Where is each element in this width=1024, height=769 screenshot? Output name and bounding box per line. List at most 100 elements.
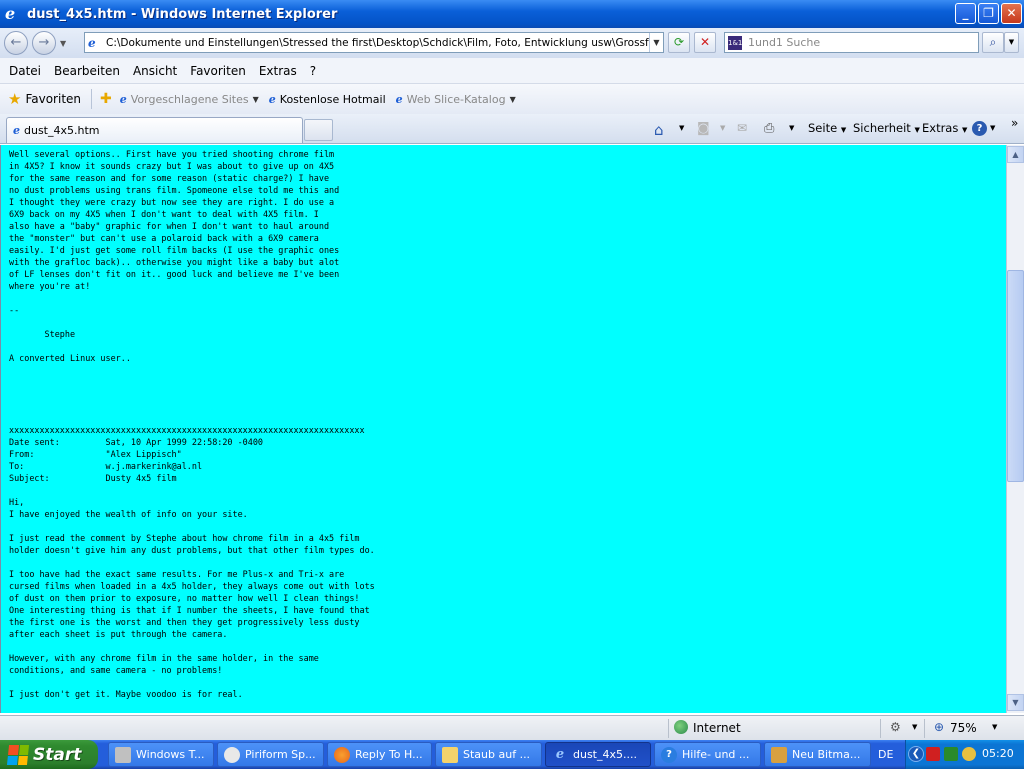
- task-manager-icon: [115, 746, 131, 763]
- page-text: Well several options.. First have you tr…: [9, 149, 375, 699]
- scroll-up-arrow-icon[interactable]: ▲: [1007, 146, 1024, 163]
- chevron-down-icon[interactable]: ▼: [253, 95, 259, 104]
- tray-app-icon[interactable]: [962, 747, 976, 761]
- search-placeholder[interactable]: 1und1 Suche: [748, 36, 820, 49]
- task-label: dust_4x5....: [573, 748, 637, 761]
- scroll-thumb[interactable]: [1007, 270, 1024, 482]
- protected-mode-icon[interactable]: ⚙: [890, 720, 901, 734]
- language-indicator[interactable]: DE: [878, 748, 893, 761]
- divider: [668, 719, 669, 738]
- print-icon[interactable]: ⎙: [764, 121, 774, 136]
- task-label: Hilfe- und ...: [682, 748, 750, 761]
- search-options-button[interactable]: ▼: [1004, 32, 1019, 53]
- speccy-icon: [224, 746, 240, 763]
- security-menu[interactable]: Sicherheit ▼: [853, 121, 920, 135]
- task-label: Windows T...: [136, 748, 205, 761]
- zoom-icon[interactable]: ⊕: [934, 720, 944, 734]
- minimize-button[interactable]: _: [955, 3, 976, 24]
- chevron-down-icon[interactable]: ▼: [789, 124, 794, 132]
- window-title: dust_4x5.htm - Windows Internet Explorer: [27, 6, 338, 22]
- title-bar: e dust_4x5.htm - Windows Internet Explor…: [0, 0, 1024, 28]
- search-box[interactable]: 1&1 1und1 Suche: [724, 32, 979, 53]
- history-dropdown-icon[interactable]: ▼: [60, 39, 66, 48]
- address-toolbar: ← → ▼ e C:\Dokumente und Einstellungen\S…: [0, 28, 1024, 58]
- stop-button[interactable]: ✕: [694, 32, 716, 53]
- tab-label: dust_4x5.htm: [24, 124, 100, 137]
- task-folder-staub[interactable]: Staub auf ...: [435, 742, 542, 767]
- chevron-down-icon: ▼: [840, 126, 847, 134]
- security-zone-label: Internet: [693, 721, 741, 735]
- more-commands-icon[interactable]: »: [1011, 116, 1018, 130]
- address-dropdown-icon[interactable]: ▼: [649, 33, 663, 52]
- show-hidden-icons-icon[interactable]: ❮: [908, 746, 924, 762]
- menu-extras[interactable]: Extras: [259, 64, 297, 78]
- task-paint-bitmap[interactable]: Neu Bitma...: [764, 742, 871, 767]
- refresh-icon: ⟳: [673, 35, 685, 49]
- chevron-down-icon: ▼: [914, 126, 920, 134]
- start-button[interactable]: Start: [0, 740, 98, 769]
- help-icon[interactable]: ?: [972, 121, 987, 136]
- task-help-support[interactable]: ? Hilfe- und ...: [654, 742, 761, 767]
- vertical-scrollbar[interactable]: ▲ ▼: [1006, 145, 1024, 713]
- chevron-down-icon[interactable]: ▼: [679, 124, 684, 132]
- favorites-button[interactable]: Favoriten: [25, 92, 81, 106]
- start-label: Start: [33, 744, 82, 765]
- antivirus-tray-icon[interactable]: [926, 747, 940, 761]
- task-label: Reply To H...: [355, 748, 423, 761]
- task-piriform-speccy[interactable]: Piriform Sp...: [217, 742, 324, 767]
- restore-button[interactable]: ❐: [978, 3, 999, 24]
- forward-button[interactable]: →: [32, 31, 56, 55]
- ie-page-icon: e: [395, 92, 403, 106]
- menu-datei[interactable]: Datei: [9, 64, 41, 78]
- close-button[interactable]: ✕: [1001, 3, 1022, 24]
- divider: [924, 719, 925, 738]
- fav-link-web-slice-gallery[interactable]: Web Slice-Katalog: [407, 93, 506, 106]
- scroll-down-arrow-icon[interactable]: ▼: [1007, 694, 1024, 711]
- refresh-button[interactable]: ⟳: [668, 32, 690, 53]
- menu-bearbeiten[interactable]: Bearbeiten: [54, 64, 120, 78]
- menu-bar: Datei Bearbeiten Ansicht Favoriten Extra…: [0, 58, 1024, 84]
- home-icon[interactable]: ⌂: [654, 121, 664, 139]
- search-button[interactable]: ⌕: [982, 32, 1004, 53]
- status-bar: Internet ⚙ ▼ ⊕ 75% ▼: [0, 715, 1024, 740]
- address-url[interactable]: C:\Dokumente und Einstellungen\Stressed …: [106, 37, 649, 49]
- chevron-down-icon[interactable]: ▼: [990, 124, 995, 132]
- network-tray-icon[interactable]: [944, 747, 958, 761]
- ie-icon: e: [5, 4, 16, 23]
- folder-icon: [442, 746, 458, 763]
- ie-icon: e: [555, 746, 565, 762]
- task-firefox-reply[interactable]: Reply To H...: [327, 742, 432, 767]
- menu-help[interactable]: ?: [310, 64, 316, 78]
- security-menu-label: Sicherheit: [853, 121, 911, 135]
- page-menu[interactable]: Seite ▼: [808, 121, 846, 135]
- new-tab-button[interactable]: [304, 119, 333, 141]
- tab-dust-4x5[interactable]: e dust_4x5.htm: [6, 117, 303, 143]
- internet-zone-icon: [674, 720, 688, 734]
- page-icon: e: [88, 35, 96, 50]
- windows-logo-icon: [6, 744, 30, 765]
- chevron-down-icon[interactable]: ▼: [912, 723, 917, 731]
- fav-link-suggested-sites[interactable]: Vorgeschlagene Sites: [131, 93, 249, 106]
- ie-page-icon: e: [13, 124, 20, 137]
- address-input[interactable]: e C:\Dokumente und Einstellungen\Stresse…: [84, 32, 664, 53]
- paint-icon: [771, 746, 787, 763]
- feeds-icon[interactable]: ◙: [697, 121, 710, 136]
- menu-favoriten[interactable]: Favoriten: [190, 64, 246, 78]
- taskbar: Start Windows T... Piriform Sp... Reply …: [0, 740, 1024, 769]
- add-favorite-icon[interactable]: ✚: [100, 91, 112, 107]
- back-button[interactable]: ←: [4, 31, 28, 55]
- chevron-down-icon: ▼: [1008, 38, 1015, 46]
- divider: [91, 89, 93, 109]
- task-label: Neu Bitma...: [792, 748, 861, 761]
- extras-menu[interactable]: Extras ▼: [922, 121, 967, 135]
- chevron-down-icon[interactable]: ▼: [720, 124, 725, 132]
- menu-ansicht[interactable]: Ansicht: [133, 64, 177, 78]
- task-windows-task-manager[interactable]: Windows T...: [108, 742, 214, 767]
- clock[interactable]: 05:20: [982, 747, 1014, 760]
- task-ie-dust[interactable]: e dust_4x5....: [545, 742, 651, 767]
- chevron-down-icon[interactable]: ▼: [992, 723, 997, 731]
- chevron-down-icon[interactable]: ▼: [510, 95, 516, 104]
- mail-icon[interactable]: ✉: [737, 121, 747, 135]
- fav-link-hotmail[interactable]: Kostenlose Hotmail: [280, 93, 386, 106]
- zoom-level[interactable]: 75%: [950, 721, 977, 735]
